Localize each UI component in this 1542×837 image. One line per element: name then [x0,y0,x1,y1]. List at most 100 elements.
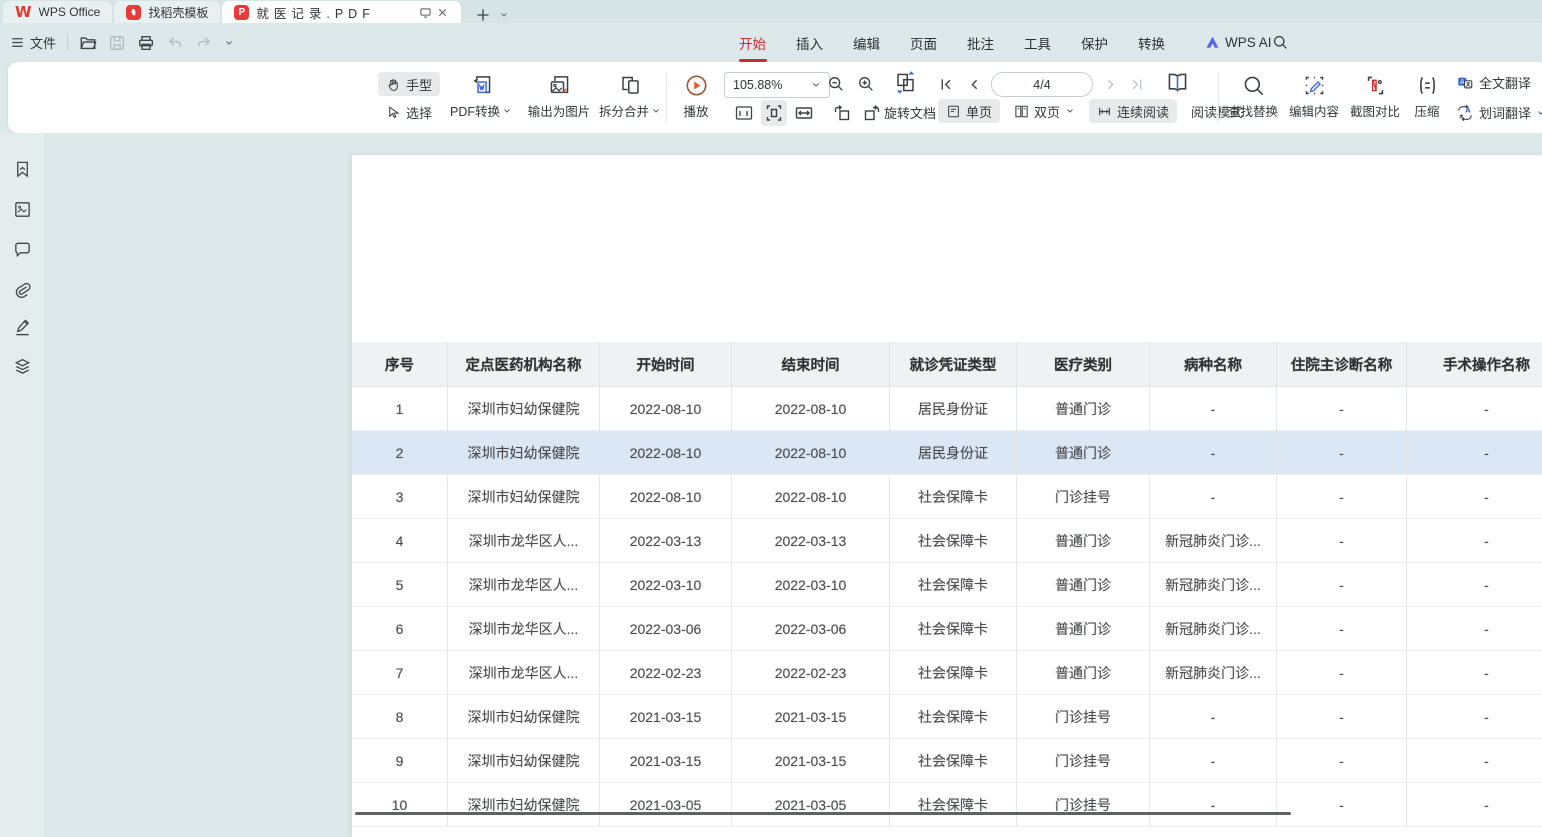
header-cell: 手术操作名称 [1407,342,1542,387]
table-cell: 2021-03-15 [600,739,732,783]
word-translate-button[interactable]: A 划词翻译 [1456,103,1542,122]
pdf-convert-button[interactable]: PDF转换 [445,69,517,125]
table-cell: 2022-08-10 [600,387,732,431]
fit-page-button[interactable] [761,100,787,126]
tab-list-chevron-icon[interactable] [499,10,509,20]
edit-content-button[interactable]: 编辑内容 [1285,69,1343,125]
table-cell: 2022-03-10 [732,563,890,607]
single-page-button[interactable]: 单页 [938,99,1000,123]
select-tool-button[interactable]: 选择 [378,100,440,124]
tab-wps-office[interactable]: W WPS Office [3,1,112,23]
header-cell: 定点医药机构名称 [448,342,600,387]
table-cell: 深圳市龙华区人... [448,563,600,607]
file-menu-button[interactable]: 文件 [10,33,56,52]
last-page-icon[interactable] [1128,76,1145,93]
table-cell: - [1407,783,1542,827]
left-panel-rail [0,133,46,837]
menu-tab-home[interactable]: 开始 [737,33,768,53]
medical-records-table: 序号定点医药机构名称开始时间结束时间就诊凭证类型医疗类别病种名称住院主诊断名称手… [352,342,1542,827]
zoom-in-icon[interactable] [857,75,875,93]
monitor-icon[interactable] [419,6,432,19]
table-cell: 10 [352,783,448,827]
prev-page-icon[interactable] [966,76,983,93]
double-page-button[interactable]: 双页 [1006,99,1083,123]
thumbnail-icon[interactable] [13,200,32,219]
table-row: 9深圳市妇幼保健院2021-03-152021-03-15社会保障卡门诊挂号--… [352,739,1542,783]
double-page-icon [1014,104,1029,119]
menu-tab-convert[interactable]: 转换 [1136,33,1167,53]
undo-icon[interactable] [166,34,184,52]
table-cell: 深圳市妇幼保健院 [448,387,600,431]
table-cell: 社会保障卡 [890,651,1017,695]
fit-width-button[interactable] [791,100,817,126]
wps-ai-label: WPS AI [1225,35,1272,50]
table-cell: 社会保障卡 [890,695,1017,739]
rotate-right-button[interactable] [859,100,885,126]
pdf-page[interactable]: 序号定点医药机构名称开始时间结束时间就诊凭证类型医疗类别病种名称住院主诊断名称手… [352,155,1542,837]
zoom-level-combobox[interactable]: 105.88% [724,72,830,98]
table-cell: 9 [352,739,448,783]
page-number-input[interactable]: 4/4 [991,72,1093,97]
split-merge-button[interactable]: 拆分合并 [594,69,666,125]
table-cell: 普通门诊 [1017,387,1150,431]
read-mode-icon [1166,71,1189,94]
table-cell: - [1277,607,1407,651]
actual-size-button[interactable] [731,100,757,126]
menu-tab-protect[interactable]: 保护 [1079,33,1110,53]
hand-icon [386,77,401,92]
menu-tab-tools[interactable]: 工具 [1022,33,1053,53]
export-image-label: 输出为图片 [528,101,591,120]
new-tab-icon[interactable] [475,7,491,23]
header-cell: 结束时间 [732,342,890,387]
menu-search-icon[interactable] [1272,34,1289,51]
attachment-icon[interactable] [13,280,32,299]
table-cell: 4 [352,519,448,563]
menu-tab-edit[interactable]: 编辑 [851,33,882,53]
tab-document-pdf[interactable]: P 就医记录.PDF [222,1,461,23]
print-icon[interactable] [137,34,155,52]
layers-icon[interactable] [13,357,32,376]
table-cell: 2021-03-15 [732,695,890,739]
close-icon[interactable] [436,6,449,19]
tab-label: 找稻壳模板 [148,4,208,21]
zoom-out-icon[interactable] [827,75,845,93]
menu-tab-comment[interactable]: 批注 [965,33,996,53]
compress-icon [1416,74,1439,97]
menu-tab-insert[interactable]: 插入 [794,33,825,53]
table-cell: - [1407,563,1542,607]
bookmark-icon[interactable] [13,160,32,179]
table-cell: - [1150,387,1277,431]
tab-docer-templates[interactable]: 找稻壳模板 [114,1,220,23]
table-row: 4深圳市龙华区人...2022-03-132022-03-13社会保障卡普通门诊… [352,519,1542,563]
table-cell: 社会保障卡 [890,783,1017,827]
first-page-icon[interactable] [938,76,955,93]
tab-label: WPS Office [39,5,101,19]
compress-button[interactable]: 压缩 [1404,69,1450,125]
hand-tool-button[interactable]: 手型 [378,72,440,96]
table-cell: 深圳市妇幼保健院 [448,739,600,783]
screenshot-compare-button[interactable]: 截图对比 [1346,69,1404,125]
table-cell: 2022-02-23 [600,651,732,695]
open-file-icon[interactable] [79,34,97,52]
export-image-button[interactable]: 输出为图片 [520,69,598,125]
rotate-pages-icon [894,71,917,94]
compress-label: 压缩 [1414,101,1439,120]
full-translate-button[interactable]: A 全文翻译 [1456,73,1531,92]
continuous-reading-button[interactable]: 连续阅读 [1089,99,1177,123]
menu-tab-wps-ai[interactable]: WPS AI [1205,35,1272,50]
menu-tab-page[interactable]: 页面 [908,33,939,53]
rotate-left-button[interactable] [829,100,855,126]
redo-icon[interactable] [195,34,213,52]
quickbar-chevron-icon[interactable] [224,38,234,48]
find-replace-button[interactable]: 查找替换 [1224,69,1282,125]
next-page-icon[interactable] [1102,76,1119,93]
save-icon[interactable] [108,34,126,52]
signature-icon[interactable] [13,318,32,337]
table-cell: 2022-03-13 [732,519,890,563]
table-cell: - [1150,431,1277,475]
table-cell: - [1407,387,1542,431]
embedded-horizontal-scrollbar [355,812,1291,815]
rotate-doc-button[interactable]: 旋转文档 [884,103,936,122]
play-button[interactable]: 播放 [673,69,719,125]
comment-icon[interactable] [13,240,32,259]
